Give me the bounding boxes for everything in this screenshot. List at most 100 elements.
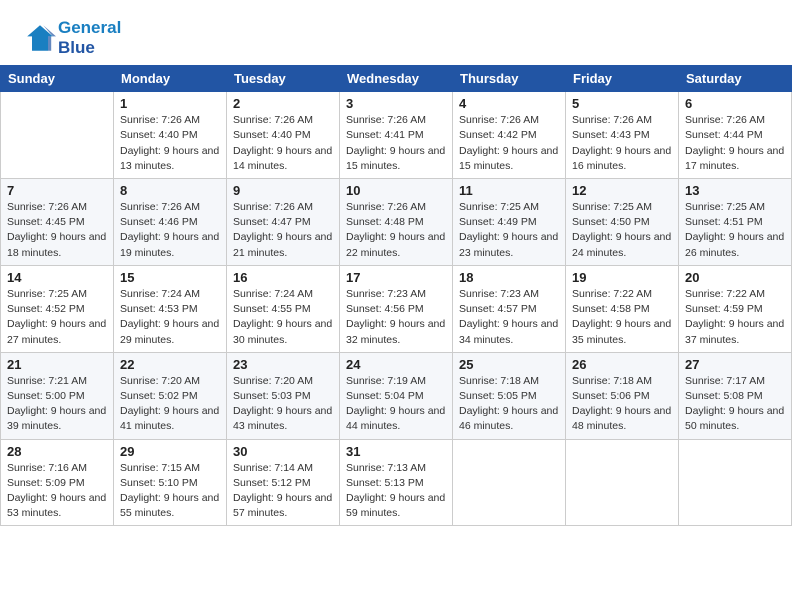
- calendar-cell: 24 Sunrise: 7:19 AMSunset: 5:04 PMDayligh…: [340, 352, 453, 439]
- calendar-cell: [1, 92, 114, 179]
- calendar-cell: 10Sunrise: 7:26 AMSunset: 4:48 PMDayligh…: [340, 178, 453, 265]
- day-number: 2: [233, 96, 333, 111]
- day-detail: Sunrise: 7:26 AMSunset: 4:40 PMDaylight:…: [233, 113, 333, 174]
- day-number: 4: [459, 96, 559, 111]
- weekday-header-thursday: Thursday: [453, 66, 566, 92]
- calendar-cell: 26Sunrise: 7:18 AMSunset: 5:06 PMDayligh…: [566, 352, 679, 439]
- calendar-cell: 19 Sunrise: 7:22 AMSunset: 4:58 PMDayligh…: [566, 265, 679, 352]
- day-detail: Sunrise: 7:18 AMSunset: 5:05 PMDaylight:…: [459, 374, 559, 435]
- day-detail: Sunrise: 7:26 AMSunset: 4:43 PMDaylight:…: [572, 113, 672, 174]
- day-number: 18: [459, 270, 559, 285]
- weekday-header-row: SundayMondayTuesdayWednesdayThursdayFrid…: [1, 66, 792, 92]
- calendar-cell: 6 Sunrise: 7:26 AMSunset: 4:44 PMDaylight…: [679, 92, 792, 179]
- week-row: 1 Sunrise: 7:26 AMSunset: 4:40 PMDaylight…: [1, 92, 792, 179]
- day-number: 22: [120, 357, 220, 372]
- day-number: 31: [346, 444, 446, 459]
- day-detail: Sunrise: 7:26 AMSunset: 4:40 PMDaylight:…: [120, 113, 220, 174]
- week-row: 14Sunrise: 7:25 AMSunset: 4:52 PMDayligh…: [1, 265, 792, 352]
- calendar-cell: 23Sunrise: 7:20 AMSunset: 5:03 PMDayligh…: [227, 352, 340, 439]
- calendar-cell: 25 Sunrise: 7:18 AMSunset: 5:05 PMDayligh…: [453, 352, 566, 439]
- calendar-cell: 22Sunrise: 7:20 AMSunset: 5:02 PMDayligh…: [114, 352, 227, 439]
- day-number: 1: [120, 96, 220, 111]
- calendar-cell: 12Sunrise: 7:25 AMSunset: 4:50 PMDayligh…: [566, 178, 679, 265]
- calendar-cell: 3 Sunrise: 7:26 AMSunset: 4:41 PMDaylight…: [340, 92, 453, 179]
- day-number: 30: [233, 444, 333, 459]
- calendar-cell: 17 Sunrise: 7:23 AMSunset: 4:56 PMDayligh…: [340, 265, 453, 352]
- weekday-header-sunday: Sunday: [1, 66, 114, 92]
- day-detail: Sunrise: 7:18 AMSunset: 5:06 PMDaylight:…: [572, 374, 672, 435]
- calendar-cell: [453, 439, 566, 526]
- day-number: 21: [7, 357, 107, 372]
- day-number: 5: [572, 96, 672, 111]
- week-row: 28 Sunrise: 7:16 AMSunset: 5:09 PMDayligh…: [1, 439, 792, 526]
- day-number: 6: [685, 96, 785, 111]
- weekday-header-tuesday: Tuesday: [227, 66, 340, 92]
- day-number: 15: [120, 270, 220, 285]
- calendar-cell: 4 Sunrise: 7:26 AMSunset: 4:42 PMDaylight…: [453, 92, 566, 179]
- day-detail: Sunrise: 7:26 AMSunset: 4:42 PMDaylight:…: [459, 113, 559, 174]
- weekday-header-friday: Friday: [566, 66, 679, 92]
- day-number: 29: [120, 444, 220, 459]
- day-detail: Sunrise: 7:24 AMSunset: 4:55 PMDaylight:…: [233, 287, 333, 348]
- week-row: 21 Sunrise: 7:21 AMSunset: 5:00 PMDayligh…: [1, 352, 792, 439]
- day-detail: Sunrise: 7:22 AMSunset: 4:58 PMDaylight:…: [572, 287, 672, 348]
- day-number: 25: [459, 357, 559, 372]
- logo-icon: [24, 22, 56, 54]
- calendar-cell: 14Sunrise: 7:25 AMSunset: 4:52 PMDayligh…: [1, 265, 114, 352]
- calendar-cell: 27 Sunrise: 7:17 AMSunset: 5:08 PMDayligh…: [679, 352, 792, 439]
- day-number: 9: [233, 183, 333, 198]
- calendar-cell: 31Sunrise: 7:13 AMSunset: 5:13 PMDayligh…: [340, 439, 453, 526]
- weekday-header-saturday: Saturday: [679, 66, 792, 92]
- day-number: 11: [459, 183, 559, 198]
- page: General Blue SundayMondayTuesdayWednesda…: [0, 0, 792, 612]
- day-number: 8: [120, 183, 220, 198]
- day-detail: Sunrise: 7:23 AMSunset: 4:57 PMDaylight:…: [459, 287, 559, 348]
- day-detail: Sunrise: 7:20 AMSunset: 5:03 PMDaylight:…: [233, 374, 333, 435]
- day-detail: Sunrise: 7:25 AMSunset: 4:52 PMDaylight:…: [7, 287, 107, 348]
- day-detail: Sunrise: 7:16 AMSunset: 5:09 PMDaylight:…: [7, 461, 107, 522]
- calendar-cell: 28 Sunrise: 7:16 AMSunset: 5:09 PMDayligh…: [1, 439, 114, 526]
- calendar: SundayMondayTuesdayWednesdayThursdayFrid…: [0, 65, 792, 526]
- day-detail: Sunrise: 7:26 AMSunset: 4:44 PMDaylight:…: [685, 113, 785, 174]
- calendar-cell: 21 Sunrise: 7:21 AMSunset: 5:00 PMDayligh…: [1, 352, 114, 439]
- day-number: 28: [7, 444, 107, 459]
- day-detail: Sunrise: 7:19 AMSunset: 5:04 PMDaylight:…: [346, 374, 446, 435]
- day-detail: Sunrise: 7:25 AMSunset: 4:49 PMDaylight:…: [459, 200, 559, 261]
- day-detail: Sunrise: 7:26 AMSunset: 4:47 PMDaylight:…: [233, 200, 333, 261]
- day-number: 16: [233, 270, 333, 285]
- day-number: 13: [685, 183, 785, 198]
- calendar-cell: 20 Sunrise: 7:22 AMSunset: 4:59 PMDayligh…: [679, 265, 792, 352]
- day-detail: Sunrise: 7:25 AMSunset: 4:51 PMDaylight:…: [685, 200, 785, 261]
- day-number: 20: [685, 270, 785, 285]
- day-number: 27: [685, 357, 785, 372]
- week-row: 7 Sunrise: 7:26 AMSunset: 4:45 PMDaylight…: [1, 178, 792, 265]
- calendar-cell: 13 Sunrise: 7:25 AMSunset: 4:51 PMDayligh…: [679, 178, 792, 265]
- calendar-cell: 29Sunrise: 7:15 AMSunset: 5:10 PMDayligh…: [114, 439, 227, 526]
- day-detail: Sunrise: 7:17 AMSunset: 5:08 PMDaylight:…: [685, 374, 785, 435]
- calendar-cell: 9 Sunrise: 7:26 AMSunset: 4:47 PMDaylight…: [227, 178, 340, 265]
- day-detail: Sunrise: 7:23 AMSunset: 4:56 PMDaylight:…: [346, 287, 446, 348]
- calendar-cell: 2 Sunrise: 7:26 AMSunset: 4:40 PMDaylight…: [227, 92, 340, 179]
- day-number: 12: [572, 183, 672, 198]
- day-number: 24: [346, 357, 446, 372]
- logo-text: General Blue: [58, 18, 121, 57]
- calendar-cell: 7 Sunrise: 7:26 AMSunset: 4:45 PMDaylight…: [1, 178, 114, 265]
- day-detail: Sunrise: 7:26 AMSunset: 4:41 PMDaylight:…: [346, 113, 446, 174]
- calendar-cell: 8 Sunrise: 7:26 AMSunset: 4:46 PMDaylight…: [114, 178, 227, 265]
- calendar-cell: 15Sunrise: 7:24 AMSunset: 4:53 PMDayligh…: [114, 265, 227, 352]
- calendar-cell: [679, 439, 792, 526]
- day-number: 17: [346, 270, 446, 285]
- day-detail: Sunrise: 7:26 AMSunset: 4:46 PMDaylight:…: [120, 200, 220, 261]
- day-number: 7: [7, 183, 107, 198]
- day-detail: Sunrise: 7:26 AMSunset: 4:45 PMDaylight:…: [7, 200, 107, 261]
- day-detail: Sunrise: 7:22 AMSunset: 4:59 PMDaylight:…: [685, 287, 785, 348]
- calendar-cell: 30Sunrise: 7:14 AMSunset: 5:12 PMDayligh…: [227, 439, 340, 526]
- calendar-cell: 16 Sunrise: 7:24 AMSunset: 4:55 PMDayligh…: [227, 265, 340, 352]
- logo: General Blue: [24, 18, 121, 57]
- calendar-cell: 1 Sunrise: 7:26 AMSunset: 4:40 PMDaylight…: [114, 92, 227, 179]
- day-number: 19: [572, 270, 672, 285]
- weekday-header-monday: Monday: [114, 66, 227, 92]
- header: General Blue: [0, 0, 792, 65]
- day-number: 3: [346, 96, 446, 111]
- day-detail: Sunrise: 7:21 AMSunset: 5:00 PMDaylight:…: [7, 374, 107, 435]
